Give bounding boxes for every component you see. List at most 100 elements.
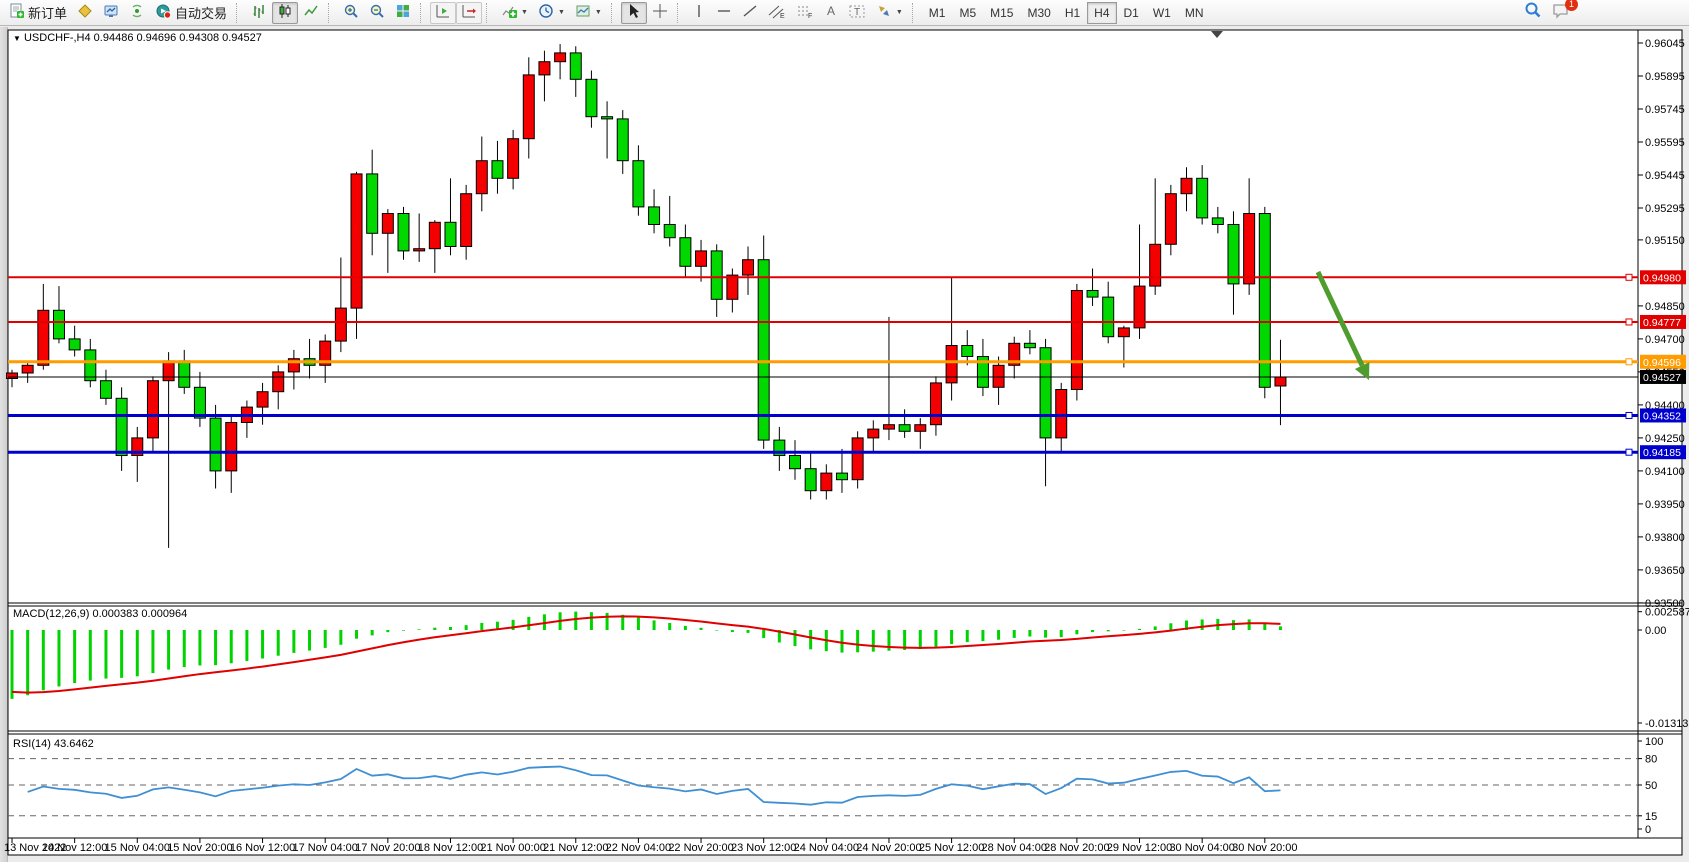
candle-bear xyxy=(711,251,722,299)
line-handle[interactable] xyxy=(1626,412,1632,418)
toolbar-separator xyxy=(420,3,427,23)
price-tick-label: 0.94700 xyxy=(1645,334,1685,346)
candle-bull xyxy=(1244,214,1255,284)
price-tag-label: 0.94352 xyxy=(1643,410,1681,422)
candle-bear xyxy=(116,398,127,455)
arrows-button[interactable]: ▼ xyxy=(871,2,908,24)
main-toolbar: 新订单 自动交易 ▼ ▼ xyxy=(0,0,1689,26)
candle-bear xyxy=(680,238,691,267)
search-icon[interactable] xyxy=(1524,1,1542,24)
indicators-button[interactable]: ▼ xyxy=(496,2,533,24)
timeframe-M15[interactable]: M15 xyxy=(983,2,1020,24)
candle-bull xyxy=(727,275,738,299)
timeframe-M1[interactable]: M1 xyxy=(922,2,953,24)
candle-bear xyxy=(758,260,769,440)
notifications-chat-icon[interactable]: 1 xyxy=(1552,2,1571,24)
candle-bull xyxy=(226,423,237,471)
candle-bull xyxy=(414,249,425,251)
timeframe-D1[interactable]: D1 xyxy=(1117,2,1146,24)
timeframe-MN[interactable]: MN xyxy=(1178,2,1211,24)
fibonacci-icon: F xyxy=(796,3,814,22)
candlestick-chart-button[interactable] xyxy=(272,2,298,24)
signals-button[interactable] xyxy=(124,2,150,24)
candle-bull xyxy=(915,425,926,432)
periods-clock-icon xyxy=(538,3,554,22)
chart-canvas[interactable]: 0.960450.958950.957450.955950.954450.952… xyxy=(0,28,1689,862)
rsi-tick-label: 0 xyxy=(1645,824,1651,836)
line-handle[interactable] xyxy=(1626,274,1632,280)
line-handle[interactable] xyxy=(1626,359,1632,365)
rsi-tick-label: 15 xyxy=(1645,811,1657,823)
svg-text:T: T xyxy=(854,7,860,18)
candle-bear xyxy=(617,119,628,161)
toolbar-separator xyxy=(486,3,493,23)
market-watch-button[interactable] xyxy=(98,2,124,24)
candle-bear xyxy=(492,161,503,179)
crosshair-button[interactable] xyxy=(647,2,673,24)
periods-button[interactable]: ▼ xyxy=(533,2,570,24)
tile-windows-button[interactable] xyxy=(390,2,416,24)
svg-text:F: F xyxy=(808,13,812,19)
candle-bear xyxy=(69,339,80,350)
candle-bull xyxy=(147,381,158,438)
vertical-line-button[interactable] xyxy=(687,2,711,24)
candle-bull xyxy=(743,260,754,275)
time-label: 30 Nov 04:00 xyxy=(1169,842,1234,854)
price-tick-label: 0.93800 xyxy=(1645,532,1685,544)
price-tag-label: 0.94980 xyxy=(1643,272,1681,284)
candle-bull xyxy=(7,373,18,379)
price-tick-label: 0.93650 xyxy=(1645,565,1685,577)
zoom-in-button[interactable] xyxy=(338,2,364,24)
candle-bull xyxy=(1165,194,1176,245)
equidistant-channel-button[interactable]: E xyxy=(763,2,791,24)
candle-bear xyxy=(664,225,675,238)
time-label: 29 Nov 12:00 xyxy=(1107,842,1172,854)
zoom-in-icon xyxy=(343,3,359,22)
timeframe-H4[interactable]: H4 xyxy=(1087,2,1116,24)
candle-bull xyxy=(476,161,487,194)
auto-scroll-button[interactable] xyxy=(430,2,456,24)
profiles-button[interactable] xyxy=(72,2,98,24)
timeframe-W1[interactable]: W1 xyxy=(1146,2,1178,24)
line-handle[interactable] xyxy=(1626,449,1632,455)
candle-bear xyxy=(805,469,816,491)
zoom-out-icon xyxy=(369,3,385,22)
price-tick-label: 0.96045 xyxy=(1645,38,1685,50)
rsi-tick-label: 50 xyxy=(1645,780,1657,792)
timeframe-M5[interactable]: M5 xyxy=(952,2,983,24)
time-label: 14 Nov 12:00 xyxy=(42,842,107,854)
toolbar-separator xyxy=(912,3,919,23)
fibonacci-button[interactable]: F xyxy=(791,2,819,24)
autotrading-button[interactable]: 自动交易 xyxy=(150,2,232,24)
timeframe-H1[interactable]: H1 xyxy=(1058,2,1087,24)
text-label-button[interactable]: T xyxy=(843,2,871,24)
candle-bull xyxy=(273,372,284,392)
candle-bull xyxy=(539,62,550,75)
cursor-button[interactable] xyxy=(621,2,647,24)
candle-bear xyxy=(633,161,644,207)
candle-bear xyxy=(53,310,64,339)
chart-shift-button[interactable] xyxy=(456,2,482,24)
bar-chart-button[interactable] xyxy=(246,2,272,24)
market-watch-icon xyxy=(103,3,119,22)
toolbar-separator xyxy=(328,3,335,23)
candle-bull xyxy=(555,53,566,62)
timeframe-M30[interactable]: M30 xyxy=(1020,2,1057,24)
line-handle[interactable] xyxy=(1626,319,1632,325)
horizontal-line-button[interactable] xyxy=(711,2,737,24)
templates-button[interactable]: ▼ xyxy=(570,2,607,24)
rsi-tick-label: 100 xyxy=(1645,736,1663,748)
text-button[interactable]: A xyxy=(819,2,843,24)
arrows-icon xyxy=(876,3,892,22)
new-order-button[interactable]: 新订单 xyxy=(4,2,72,24)
candle-bear xyxy=(445,222,456,246)
candle-bull xyxy=(38,310,49,365)
time-label: 30 Nov 20:00 xyxy=(1232,842,1297,854)
candle-bull xyxy=(930,383,941,425)
timeframe-group: M1M5M15M30H1H4D1W1MN xyxy=(922,2,1211,24)
trendline-button[interactable] xyxy=(737,2,763,24)
chevron-down-icon: ▼ xyxy=(558,9,565,16)
zoom-out-button[interactable] xyxy=(364,2,390,24)
line-chart-button[interactable] xyxy=(298,2,324,24)
candle-bull xyxy=(1275,377,1286,386)
